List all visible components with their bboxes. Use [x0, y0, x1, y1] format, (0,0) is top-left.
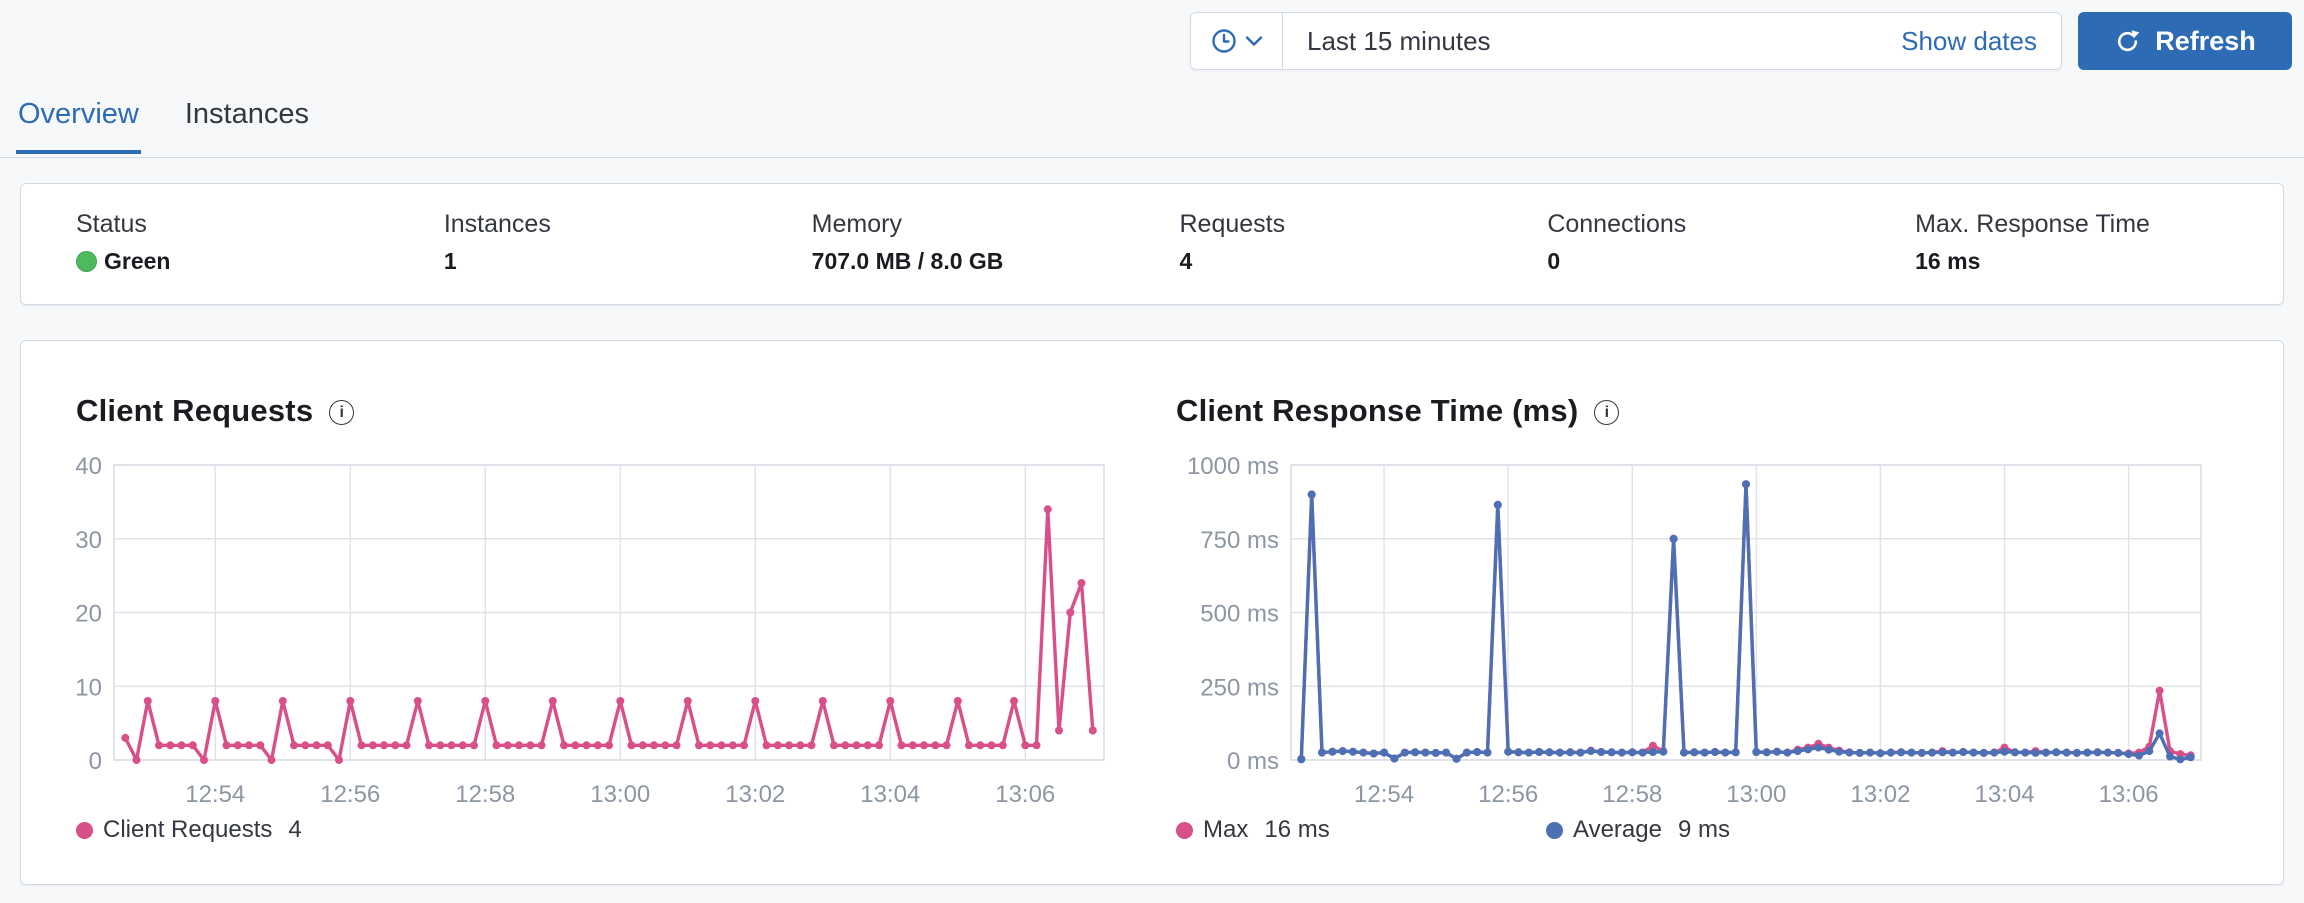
tab-bar: Overview Instances: [16, 98, 311, 154]
svg-text:12:54: 12:54: [185, 781, 245, 808]
series-color-dot: [76, 822, 93, 839]
tab-overview[interactable]: Overview: [16, 98, 141, 154]
summary-label: Max. Response Time: [1915, 210, 2283, 239]
summary-label: Status: [76, 210, 444, 239]
time-range-value[interactable]: Last 15 minutes: [1307, 26, 1491, 57]
legend-value: 16 ms: [1264, 816, 1329, 844]
svg-text:10: 10: [76, 674, 102, 701]
svg-text:13:06: 13:06: [995, 781, 1055, 808]
svg-text:20: 20: [76, 601, 102, 628]
tab-instances[interactable]: Instances: [183, 98, 311, 154]
refresh-icon: [2114, 28, 2141, 55]
summary-item-requests: Requests 4: [1179, 210, 1547, 304]
legend-label: Max: [1203, 816, 1248, 844]
summary-value: Green: [104, 248, 170, 275]
summary-label: Instances: [444, 210, 812, 239]
chart-title: Client Requests: [76, 393, 313, 429]
summary-value: 4: [1179, 248, 1547, 275]
legend-label: Client Requests: [103, 816, 272, 844]
svg-text:500 ms: 500 ms: [1200, 601, 1279, 628]
summary-value: 16 ms: [1915, 248, 2283, 275]
tabs-divider: [0, 157, 2304, 158]
svg-text:750 ms: 750 ms: [1200, 527, 1279, 554]
summary-value: 0: [1547, 248, 1915, 275]
legend-value: 9 ms: [1678, 816, 1730, 844]
svg-text:12:56: 12:56: [1478, 781, 1538, 808]
svg-text:0: 0: [89, 748, 102, 775]
svg-text:0 ms: 0 ms: [1227, 748, 1279, 775]
client-response-time-chart-block: Client Response Time (ms) i 0 ms 250 ms 50…: [1176, 393, 2216, 844]
svg-text:13:02: 13:02: [725, 781, 785, 808]
time-picker[interactable]: Last 15 minutes Show dates: [1190, 12, 2062, 70]
info-icon[interactable]: i: [1594, 400, 1619, 425]
status-dot: [76, 251, 97, 272]
client-requests-chart-block: Client Requests i 0 10 20 30 40 12:54 12:56 12:…: [76, 393, 1116, 844]
legend-item-max[interactable]: Max 16 ms: [1176, 816, 1546, 844]
svg-text:30: 30: [76, 527, 102, 554]
svg-text:13:02: 13:02: [1850, 781, 1910, 808]
series-color-dot: [1176, 822, 1193, 839]
chevron-down-icon: [1245, 32, 1263, 50]
chart-legend: Client Requests 4: [76, 816, 1116, 844]
svg-text:12:58: 12:58: [1602, 781, 1662, 808]
summary-label: Requests: [1179, 210, 1547, 239]
app-monitoring-overview: { "header": { "time_picker": { "value": …: [0, 0, 2304, 903]
summary-item-connections: Connections 0: [1547, 210, 1915, 304]
time-picker-field: Last 15 minutes Show dates: [1283, 13, 2061, 69]
svg-text:13:00: 13:00: [1726, 781, 1786, 808]
summary-label: Connections: [1547, 210, 1915, 239]
series-color-dot: [1546, 822, 1563, 839]
time-controls: Last 15 minutes Show dates Refresh: [1190, 12, 2292, 70]
svg-text:12:54: 12:54: [1354, 781, 1414, 808]
charts-panel: Client Requests i 0 10 20 30 40 12:54 12:56 12:…: [20, 340, 2284, 885]
svg-text:13:04: 13:04: [860, 781, 920, 808]
time-picker-menu-button[interactable]: [1191, 13, 1283, 69]
svg-text:13:00: 13:00: [590, 781, 650, 808]
svg-text:12:56: 12:56: [320, 781, 380, 808]
chart-legend: Max 16 ms Average 9 ms: [1176, 816, 2216, 844]
svg-text:250 ms: 250 ms: [1200, 674, 1279, 701]
svg-text:40: 40: [76, 457, 102, 480]
svg-text:1000 ms: 1000 ms: [1187, 457, 1279, 480]
summary-item-instances: Instances 1: [444, 210, 812, 304]
summary-item-max-response-time: Max. Response Time 16 ms: [1915, 210, 2283, 304]
summary-value: 707.0 MB / 8.0 GB: [812, 248, 1180, 275]
svg-text:12:58: 12:58: [455, 781, 515, 808]
client-requests-chart[interactable]: 0 10 20 30 40 12:54 12:56 12:58 13:00 13:02 13:04 1…: [76, 457, 1116, 812]
summary-item-status: Status Green: [76, 210, 444, 304]
refresh-button[interactable]: Refresh: [2078, 12, 2292, 70]
summary-value: 1: [444, 248, 812, 275]
legend-value: 4: [288, 816, 301, 844]
client-response-time-chart[interactable]: 0 ms 250 ms 500 ms 750 ms 1000 ms 12:54 12:56 1…: [1176, 457, 2211, 812]
refresh-label: Refresh: [2155, 26, 2256, 57]
show-dates-link[interactable]: Show dates: [1901, 26, 2037, 57]
clock-icon: [1210, 27, 1238, 55]
info-icon[interactable]: i: [329, 400, 354, 425]
svg-text:13:04: 13:04: [1974, 781, 2034, 808]
summary-label: Memory: [812, 210, 1180, 239]
summary-item-memory: Memory 707.0 MB / 8.0 GB: [812, 210, 1180, 304]
legend-item-average[interactable]: Average 9 ms: [1546, 816, 1916, 844]
legend-item-client-requests[interactable]: Client Requests 4: [76, 816, 446, 844]
legend-label: Average: [1573, 816, 1662, 844]
svg-text:13:06: 13:06: [2099, 781, 2159, 808]
chart-title: Client Response Time (ms): [1176, 393, 1578, 429]
summary-panel: Status Green Instances 1 Memory 707.0 MB…: [20, 183, 2284, 305]
